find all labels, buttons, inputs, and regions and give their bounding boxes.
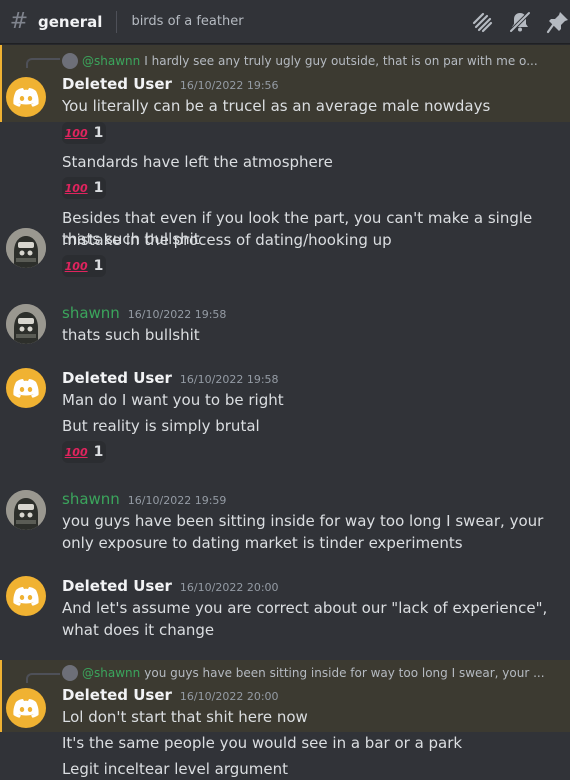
username[interactable]: shawnn (62, 490, 120, 508)
username[interactable]: Deleted User (62, 369, 172, 387)
notifications-muted-icon[interactable] (508, 10, 532, 34)
message-text: Standards have left the atmosphere (62, 153, 333, 171)
message-header: Deleted User 16/10/2022 19:58 (62, 369, 279, 387)
threads-icon[interactable] (470, 10, 494, 34)
reply-text: you guys have been sitting inside for wa… (144, 666, 545, 680)
message-text: you guys have been sitting inside for wa… (62, 512, 544, 552)
reply-connector (26, 673, 60, 683)
text-channel-icon: # (9, 9, 29, 34)
username[interactable]: Deleted User (62, 686, 172, 704)
message-text: It's the same people you would see in a … (62, 734, 463, 752)
message-header: Deleted User 16/10/2022 20:00 (62, 577, 279, 595)
message-text: Man do I want you to be right (62, 391, 284, 409)
hundred-points-icon: 100 (64, 259, 88, 273)
timestamp[interactable]: 16/10/2022 20:00 (180, 690, 279, 703)
timestamp[interactable]: 16/10/2022 19:58 (180, 373, 279, 386)
message-group-highlighted[interactable]: @shawnn you guys have been sitting insid… (0, 660, 570, 732)
message-text: Lol don't start that shit here now (62, 708, 308, 726)
timestamp[interactable]: 16/10/2022 19:59 (128, 494, 227, 507)
reply-avatar (62, 665, 78, 681)
discord-logo-icon (13, 587, 39, 606)
header-divider (116, 10, 118, 33)
channel-header: # general birds of a feather (0, 0, 570, 44)
message-text: thats such bullshit (62, 326, 200, 344)
username[interactable]: shawnn (62, 304, 120, 322)
pin-icon[interactable] (546, 10, 570, 34)
username[interactable]: Deleted User (62, 577, 172, 595)
channel-topic[interactable]: birds of a feather (131, 14, 243, 29)
avatar[interactable] (6, 368, 46, 408)
timestamp[interactable]: 16/10/2022 19:58 (128, 308, 227, 321)
reaction-100[interactable]: 100 1 (62, 177, 106, 199)
avatar[interactable] (6, 576, 46, 616)
reaction-count: 1 (93, 258, 104, 274)
reaction-count: 1 (93, 180, 104, 196)
message-header: Deleted User 16/10/2022 20:00 (62, 686, 279, 704)
discord-logo-icon (13, 699, 39, 718)
user-avatar-image (6, 490, 46, 530)
reaction-100[interactable]: 100 1 (62, 255, 106, 277)
channel-name: general (38, 12, 103, 31)
reply-preview[interactable]: @shawnn you guys have been sitting insid… (62, 665, 562, 681)
reply-mention[interactable]: @shawnn (82, 666, 140, 680)
message-list: @shawnn I hardly see any truly ugly guy … (0, 45, 570, 778)
avatar[interactable] (6, 490, 46, 530)
message-text: Besides that even if you look the part, … (62, 209, 533, 249)
avatar[interactable] (6, 688, 46, 728)
message-overlay: Standards have left the atmosphere 100 1… (0, 45, 570, 778)
message-header: shawnn 16/10/2022 19:58 (62, 304, 226, 322)
message-text: And let's assume you are correct about o… (62, 599, 548, 639)
reaction-count: 1 (93, 444, 104, 460)
hundred-points-icon: 100 (64, 445, 88, 459)
user-avatar-image (6, 304, 46, 344)
timestamp[interactable]: 16/10/2022 20:00 (180, 581, 279, 594)
avatar[interactable] (6, 304, 46, 344)
message-header: shawnn 16/10/2022 19:59 (62, 490, 226, 508)
hundred-points-icon: 100 (64, 181, 88, 195)
header-toolbar (456, 10, 570, 34)
message-text: Legit inceltear level argument (62, 760, 289, 778)
discord-logo-icon (13, 379, 39, 398)
reaction-100[interactable]: 100 1 (62, 441, 106, 463)
message-text: But reality is simply brutal (62, 417, 260, 435)
